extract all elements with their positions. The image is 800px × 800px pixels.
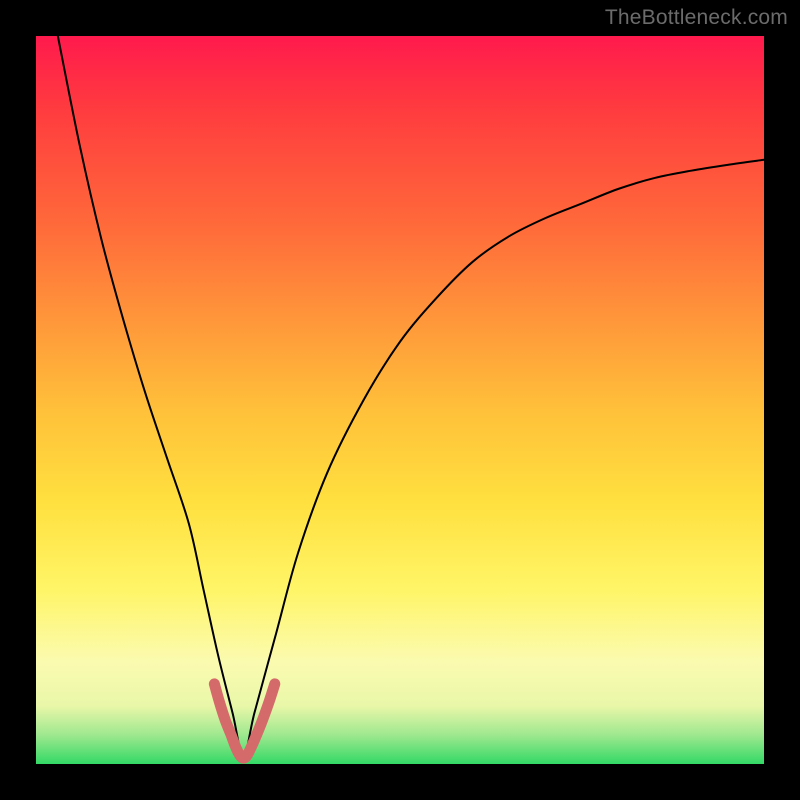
watermark-text: TheBottleneck.com [605,6,788,30]
chart-frame: TheBottleneck.com [0,0,800,800]
bottleneck-curve [58,36,764,757]
chart-svg [36,36,764,764]
highlight-near-minimum [214,684,274,758]
plot-area [36,36,764,764]
